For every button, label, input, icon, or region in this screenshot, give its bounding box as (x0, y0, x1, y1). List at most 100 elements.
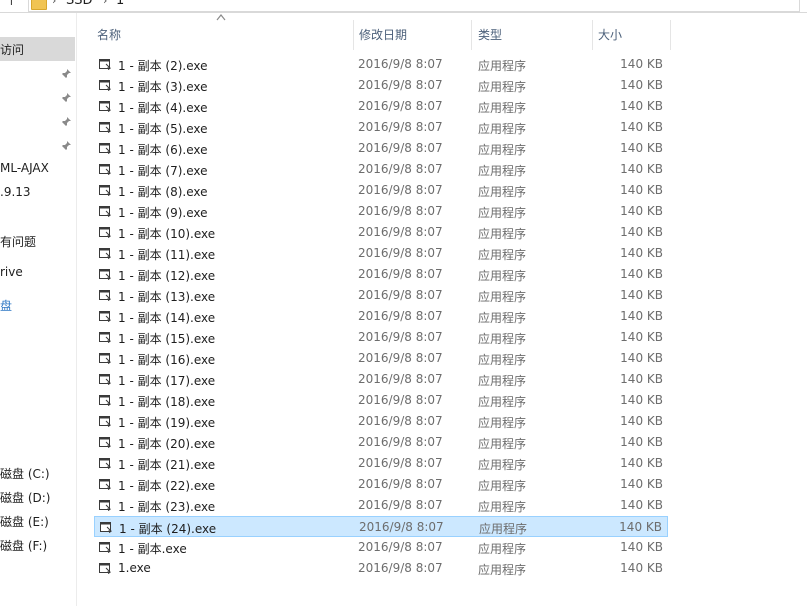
address-bar: ↑ › SSD › 1 (0, 0, 807, 13)
file-row[interactable]: 1 - 副本 (14).exe 2016/9/8 8:07 应用程序 140 KB (94, 306, 668, 327)
exe-file-icon (99, 562, 112, 575)
exe-file-icon (99, 436, 112, 449)
file-date-modified: 2016/9/8 8:07 (358, 120, 443, 134)
file-name: 1 - 副本 (16).exe (118, 353, 216, 367)
nav-item-drive-f[interactable]: 磁盘 (F:) (0, 537, 47, 554)
column-header-name[interactable]: 名称 (91, 20, 353, 50)
file-row[interactable]: 1 - 副本 (13).exe 2016/9/8 8:07 应用程序 140 KB (94, 285, 668, 306)
column-header-type-label: 类型 (478, 28, 503, 42)
exe-file-icon (100, 521, 113, 534)
exe-file-icon (99, 100, 112, 113)
file-row[interactable]: 1 - 副本 (15).exe 2016/9/8 8:07 应用程序 140 KB (94, 327, 668, 348)
file-date-modified: 2016/9/8 8:07 (358, 498, 443, 512)
file-row[interactable]: 1 - 副本 (5).exe 2016/9/8 8:07 应用程序 140 KB (94, 117, 668, 138)
file-row[interactable]: 1 - 副本 (8).exe 2016/9/8 8:07 应用程序 140 KB (94, 180, 668, 201)
file-name: 1 - 副本 (21).exe (118, 458, 216, 472)
file-name: 1 - 副本 (6).exe (118, 143, 208, 157)
file-type: 应用程序 (478, 437, 527, 451)
navigation-pane: 访问 ML-AJAX .9.13 有问题 rive 盘 磁盘 (C:) 磁盘 (… (0, 13, 77, 606)
nav-item-onedrive[interactable]: rive (0, 265, 23, 279)
pin-icon[interactable] (61, 69, 71, 79)
nav-item-drive-d[interactable]: 磁盘 (D:) (0, 489, 50, 506)
file-row[interactable]: 1 - 副本 (16).exe 2016/9/8 8:07 应用程序 140 KB (94, 348, 668, 369)
file-name: 1 - 副本 (15).exe (118, 332, 216, 346)
file-size: 140 KB (620, 162, 663, 176)
exe-file-icon (99, 310, 112, 323)
exe-file-icon (99, 247, 112, 260)
breadcrumb-ssd[interactable]: SSD (66, 0, 93, 8)
exe-file-icon (99, 289, 112, 302)
file-date-modified: 2016/9/8 8:07 (358, 393, 443, 407)
file-name: 1 - 副本 (2).exe (118, 59, 208, 73)
file-date-modified: 2016/9/8 8:07 (359, 520, 444, 534)
file-row[interactable]: 1 - 副本 (10).exe 2016/9/8 8:07 应用程序 140 KB (94, 222, 668, 243)
exe-file-icon (99, 184, 112, 197)
nav-item-drive-e[interactable]: 磁盘 (E:) (0, 513, 49, 530)
file-size: 140 KB (620, 267, 663, 281)
file-row[interactable]: 1 - 副本 (3).exe 2016/9/8 8:07 应用程序 140 KB (94, 75, 668, 96)
nav-item-drive-c[interactable]: 磁盘 (C:) (0, 465, 50, 482)
up-arrow-icon[interactable]: ↑ (6, 0, 17, 9)
file-row[interactable]: 1 - 副本 (9).exe 2016/9/8 8:07 应用程序 140 KB (94, 201, 668, 222)
address-box[interactable] (28, 0, 800, 12)
column-header-size[interactable]: 大小 (592, 20, 670, 50)
folder-icon (31, 0, 47, 10)
file-date-modified: 2016/9/8 8:07 (358, 246, 443, 260)
file-type: 应用程序 (478, 395, 527, 409)
file-row[interactable]: 1.exe 2016/9/8 8:07 应用程序 140 KB (94, 558, 668, 579)
file-name: 1 - 副本 (5).exe (118, 122, 208, 136)
file-size: 140 KB (620, 393, 663, 407)
nav-item-issues[interactable]: 有问题 (0, 233, 36, 250)
file-type: 应用程序 (478, 80, 527, 94)
file-type: 应用程序 (478, 416, 527, 430)
file-name: 1 - 副本 (11).exe (118, 248, 216, 262)
file-type: 应用程序 (478, 269, 527, 283)
file-type: 应用程序 (478, 479, 527, 493)
file-size: 140 KB (619, 520, 662, 534)
file-size: 140 KB (620, 309, 663, 323)
column-header-type[interactable]: 类型 (472, 20, 592, 50)
breadcrumb-separator-icon[interactable]: › (103, 0, 107, 7)
file-name: 1 - 副本 (3).exe (118, 80, 208, 94)
file-row[interactable]: 1 - 副本 (19).exe 2016/9/8 8:07 应用程序 140 KB (94, 411, 668, 432)
file-size: 140 KB (620, 561, 663, 575)
file-row[interactable]: 1 - 副本 (2).exe 2016/9/8 8:07 应用程序 140 KB (94, 54, 668, 75)
file-row[interactable]: 1 - 副本 (22).exe 2016/9/8 8:07 应用程序 140 KB (94, 474, 668, 495)
file-row[interactable]: 1 - 副本 (7).exe 2016/9/8 8:07 应用程序 140 KB (94, 159, 668, 180)
file-row[interactable]: 1 - 副本 (11).exe 2016/9/8 8:07 应用程序 140 KB (94, 243, 668, 264)
nav-item-version[interactable]: .9.13 (0, 185, 31, 199)
nav-item-ml-ajax[interactable]: ML-AJAX (0, 161, 49, 175)
pin-icon[interactable] (61, 93, 71, 103)
file-type: 应用程序 (478, 143, 527, 157)
file-size: 140 KB (620, 540, 663, 554)
file-row[interactable]: 1 - 副本 (17).exe 2016/9/8 8:07 应用程序 140 KB (94, 369, 668, 390)
file-date-modified: 2016/9/8 8:07 (358, 204, 443, 218)
file-row[interactable]: 1 - 副本.exe 2016/9/8 8:07 应用程序 140 KB (94, 537, 668, 558)
exe-file-icon (99, 331, 112, 344)
file-row[interactable]: 1 - 副本 (12).exe 2016/9/8 8:07 应用程序 140 KB (94, 264, 668, 285)
file-row[interactable]: 1 - 副本 (18).exe 2016/9/8 8:07 应用程序 140 KB (94, 390, 668, 411)
nav-item-quick-access[interactable]: 访问 (0, 41, 24, 58)
file-size: 140 KB (620, 78, 663, 92)
file-name: 1 - 副本 (18).exe (118, 395, 216, 409)
file-date-modified: 2016/9/8 8:07 (358, 267, 443, 281)
pin-icon[interactable] (61, 117, 71, 127)
file-row[interactable]: 1 - 副本 (23).exe 2016/9/8 8:07 应用程序 140 KB (94, 495, 668, 516)
file-date-modified: 2016/9/8 8:07 (358, 288, 443, 302)
file-name: 1 - 副本 (14).exe (118, 311, 216, 325)
file-row[interactable]: 1 - 副本 (21).exe 2016/9/8 8:07 应用程序 140 KB (94, 453, 668, 474)
file-date-modified: 2016/9/8 8:07 (358, 540, 443, 554)
pin-icon[interactable] (61, 141, 71, 151)
column-divider[interactable] (670, 20, 671, 50)
file-type: 应用程序 (478, 227, 527, 241)
file-row[interactable]: 1 - 副本 (6).exe 2016/9/8 8:07 应用程序 140 KB (94, 138, 668, 159)
nav-item-this-pc[interactable]: 盘 (0, 297, 12, 314)
breadcrumb-current[interactable]: 1 (116, 0, 124, 8)
file-row[interactable]: 1 - 副本 (24).exe 2016/9/8 8:07 应用程序 140 KB (94, 516, 668, 537)
file-date-modified: 2016/9/8 8:07 (358, 351, 443, 365)
column-header-date[interactable]: 修改日期 (353, 20, 471, 50)
file-row[interactable]: 1 - 副本 (20).exe 2016/9/8 8:07 应用程序 140 KB (94, 432, 668, 453)
file-row[interactable]: 1 - 副本 (4).exe 2016/9/8 8:07 应用程序 140 KB (94, 96, 668, 117)
breadcrumb-separator-icon[interactable]: › (52, 0, 56, 7)
file-size: 140 KB (620, 288, 663, 302)
